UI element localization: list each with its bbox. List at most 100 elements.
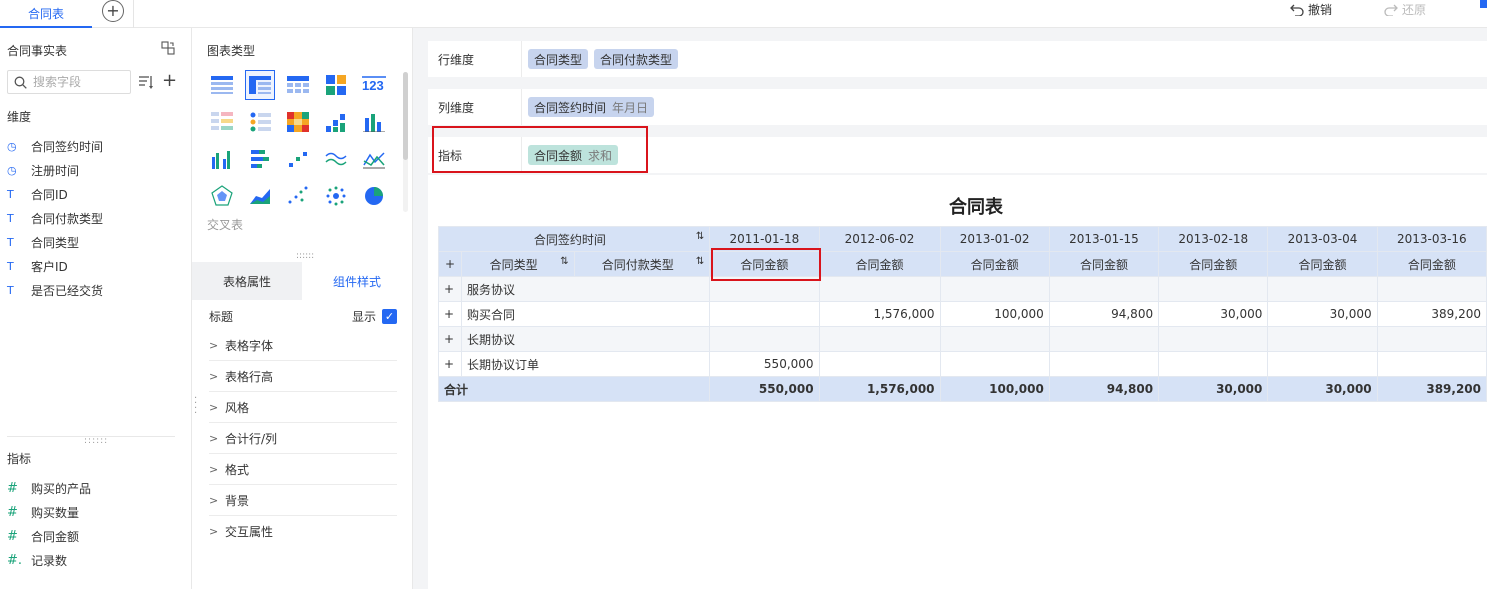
- table-row: + 长期协议: [438, 326, 1487, 352]
- sort-filter-icon[interactable]: [138, 74, 156, 90]
- value-cell: 389,200: [1376, 301, 1487, 327]
- chart-type-scatter-icon[interactable]: [283, 144, 313, 174]
- chart-type-area-icon[interactable]: [245, 181, 275, 211]
- chart-type-scrollbar[interactable]: [403, 72, 408, 160]
- value-cell: [1048, 326, 1160, 352]
- row-field-header[interactable]: 合同类型 ⇅: [460, 251, 575, 277]
- property-label: 表格行高: [225, 369, 274, 384]
- property-label: 交互属性: [225, 525, 274, 539]
- field-item[interactable]: ◷ 合同签约时间: [7, 134, 103, 158]
- value-cell: [1048, 276, 1160, 302]
- expand-row-icon[interactable]: +: [438, 351, 462, 377]
- redo-button[interactable]: 还原: [1384, 1, 1426, 18]
- highlight-measure-header: [711, 248, 821, 281]
- chart-type-heatmap-icon[interactable]: [283, 107, 313, 137]
- sort-icon[interactable]: ⇅: [696, 231, 704, 242]
- resize-handle-icon[interactable]: ::::::: [84, 436, 108, 446]
- chart-type-kpi-grid-icon[interactable]: [321, 70, 351, 100]
- row-dimension-shelf[interactable]: 行维度 合同类型 合同付款类型: [428, 41, 1487, 77]
- add-tab-icon[interactable]: +: [102, 0, 124, 22]
- chart-type-area-line-icon[interactable]: [359, 144, 389, 174]
- field-item[interactable]: ◷ 注册时间: [7, 158, 103, 182]
- field-item[interactable]: # 合同金额: [7, 524, 91, 548]
- undo-button[interactable]: 撤销: [1290, 1, 1332, 18]
- property-item[interactable]: > 表格行高: [209, 361, 397, 392]
- chart-type-column-icon[interactable]: [359, 107, 389, 137]
- tab-table-properties[interactable]: 表格属性: [192, 262, 302, 300]
- total-row: 合计 550,000 1,576,000 100,000 94,800 30,0…: [437, 376, 1487, 402]
- number-type-icon: #: [7, 480, 18, 496]
- add-field-icon[interactable]: +: [162, 72, 177, 90]
- title-property-label: 标题: [209, 309, 234, 324]
- property-item[interactable]: > 背景: [209, 485, 397, 516]
- tab-component-style[interactable]: 组件样式: [302, 262, 412, 300]
- row-label: 长期协议: [460, 326, 711, 352]
- show-title-checkbox[interactable]: ✓: [382, 308, 397, 324]
- switch-dataset-icon[interactable]: [161, 41, 175, 55]
- total-cell: 30,000: [1267, 376, 1378, 402]
- row-pill-contract-type[interactable]: 合同类型: [528, 49, 589, 69]
- expand-all-icon[interactable]: +: [438, 251, 462, 277]
- chart-type-grouped-table-icon[interactable]: [207, 70, 237, 100]
- text-type-icon: T: [7, 211, 14, 225]
- value-cell: [1376, 276, 1487, 302]
- property-item[interactable]: > 合计行/列: [209, 423, 397, 454]
- chart-type-cross-table-icon[interactable]: [245, 70, 275, 100]
- show-title-toggle[interactable]: 显示 ✓: [352, 308, 397, 325]
- chart-type-stacked-bar-icon[interactable]: [245, 144, 275, 174]
- date-header: 2012-06-02: [818, 226, 941, 252]
- chart-type-detail-table-icon[interactable]: [283, 70, 313, 100]
- resize-handle-icon[interactable]: ::::::: [296, 251, 314, 261]
- measure-header: 合同金额: [1267, 251, 1378, 277]
- value-cell: [1376, 326, 1487, 352]
- chart-type-line-icon[interactable]: [321, 144, 351, 174]
- row-pill-payment-type[interactable]: 合同付款类型: [594, 49, 679, 69]
- property-item[interactable]: > 交互属性: [209, 516, 397, 547]
- field-item[interactable]: T 客户ID: [7, 254, 103, 278]
- expand-row-icon[interactable]: +: [438, 326, 462, 352]
- chart-type-grouped-column-icon[interactable]: [207, 144, 237, 174]
- field-item[interactable]: # 购买数量: [7, 500, 91, 524]
- chart-type-pie-icon[interactable]: [359, 181, 389, 211]
- measure-section-label: 指标: [7, 452, 32, 466]
- property-item[interactable]: > 风格: [209, 392, 397, 423]
- expand-row-icon[interactable]: +: [438, 301, 462, 327]
- field-item[interactable]: T 是否已经交货: [7, 278, 103, 302]
- field-item[interactable]: T 合同付款类型: [7, 206, 103, 230]
- sort-icon[interactable]: ⇅: [560, 256, 568, 267]
- chart-type-radar-icon[interactable]: [207, 181, 237, 211]
- field-item[interactable]: # 购买的产品: [7, 476, 91, 500]
- column-pill-sign-date[interactable]: 合同签约时间 年月日: [528, 97, 655, 117]
- field-search-box[interactable]: [7, 70, 131, 94]
- tab-contract-table[interactable]: 合同表: [0, 0, 92, 28]
- undo-label: 撤销: [1308, 3, 1333, 17]
- property-item[interactable]: > 格式: [209, 454, 397, 485]
- field-item[interactable]: T 合同类型: [7, 230, 103, 254]
- field-item[interactable]: #. 记录数: [7, 548, 91, 572]
- panel-drag-handle-icon[interactable]: · · · ·: [194, 394, 200, 419]
- pill-label: 合同签约时间: [534, 100, 607, 115]
- chart-type-number-icon[interactable]: 123: [359, 70, 389, 100]
- value-cell: 1,576,000: [818, 301, 941, 327]
- value-cell: [1267, 351, 1378, 377]
- save-button-edge[interactable]: [1480, 0, 1487, 8]
- column-field-header[interactable]: 合同签约时间 ⇅: [437, 226, 711, 252]
- row-field-header[interactable]: 合同付款类型 ⇅: [573, 251, 711, 277]
- chart-type-dot-cloud-icon[interactable]: [321, 181, 351, 211]
- chart-type-waterfall-icon[interactable]: [321, 107, 351, 137]
- measure-header: 合同金额: [1048, 251, 1160, 277]
- sort-icon[interactable]: ⇅: [696, 256, 704, 267]
- date-header: 2013-03-04: [1267, 226, 1378, 252]
- value-cell: [1267, 326, 1378, 352]
- date-header: 2013-03-16: [1376, 226, 1487, 252]
- field-search-input[interactable]: [33, 75, 129, 89]
- field-item[interactable]: T 合同ID: [7, 182, 103, 206]
- chart-type-dot-table-icon[interactable]: [245, 107, 275, 137]
- chart-type-bubble-icon[interactable]: [283, 181, 313, 211]
- column-dimension-shelf[interactable]: 列维度 合同签约时间 年月日: [428, 89, 1487, 125]
- expand-row-icon[interactable]: +: [438, 276, 462, 302]
- measure-header: 合同金额: [818, 251, 941, 277]
- chart-type-color-table-icon[interactable]: [207, 107, 237, 137]
- property-item[interactable]: > 表格字体: [209, 330, 397, 361]
- show-label: 显示: [351, 309, 376, 324]
